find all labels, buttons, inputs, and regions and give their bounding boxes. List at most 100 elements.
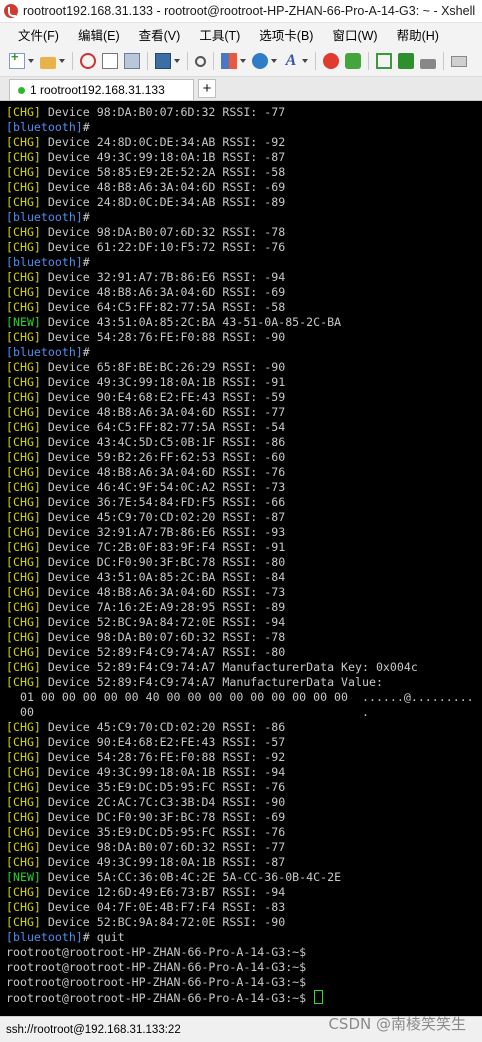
terminal-line: [CHG] Device 52:89:F4:C9:74:A7 RSSI: -80 (6, 645, 474, 660)
script-icon[interactable] (345, 53, 361, 69)
title-bar: rootroot192.168.31.133 - rootroot@rootro… (0, 0, 482, 23)
terminal-line-text: Device 49:3C:99:18:0A:1B RSSI: -87 (40, 855, 286, 869)
terminal-line-text: Device 49:3C:99:18:0A:1B RSSI: -87 (40, 150, 286, 164)
terminal-line-text: Device DC:F0:90:3F:BC:78 RSSI: -80 (40, 555, 286, 569)
prompt-tag: [bluetooth] (6, 345, 83, 359)
new-session-dropdown-icon[interactable] (28, 59, 34, 63)
toolbar-separator (187, 52, 188, 70)
terminal-line-text: Device 61:22:DF:10:F5:72 RSSI: -76 (40, 240, 286, 254)
terminal-line: rootroot@rootroot-HP-ZHAN-66-Pro-A-14-G3… (6, 960, 474, 975)
terminal-line-text: Device 48:B8:A6:3A:04:6D RSSI: -69 (40, 285, 286, 299)
terminal-line-text: # (82, 345, 90, 359)
terminal-line: 01 00 00 00 00 00 40 00 00 00 00 00 00 0… (6, 690, 474, 705)
terminal-line: [CHG] Device DC:F0:90:3F:BC:78 RSSI: -69 (6, 810, 474, 825)
terminal-line-text: Device 48:B8:A6:3A:04:6D RSSI: -73 (40, 585, 286, 599)
transfer-icon[interactable] (398, 53, 414, 69)
terminal-line-text: Device 48:B8:A6:3A:04:6D RSSI: -69 (40, 180, 286, 194)
open-folder-icon[interactable] (40, 56, 56, 69)
terminal-line: rootroot@rootroot-HP-ZHAN-66-Pro-A-14-G3… (6, 945, 474, 960)
terminal-line: [CHG] Device 52:BC:9A:84:72:0E RSSI: -90 (6, 915, 474, 930)
terminal-line-text: Device 43:4C:5D:C5:0B:1F RSSI: -86 (40, 435, 286, 449)
terminal-line: [CHG] Device 64:C5:FF:82:77:5A RSSI: -54 (6, 420, 474, 435)
terminal-line-text: Device 52:BC:9A:84:72:0E RSSI: -94 (40, 615, 286, 629)
terminal-line: [CHG] Device 24:8D:0C:DE:34:AB RSSI: -92 (6, 135, 474, 150)
menu-bar: 文件(F) 编辑(E) 查看(V) 工具(T) 选项卡(B) 窗口(W) 帮助(… (0, 23, 482, 46)
terminal-output[interactable]: [CHG] Device 98:DA:B0:07:6D:32 RSSI: -77… (0, 101, 482, 1016)
terminal-icon[interactable] (155, 53, 171, 69)
terminal-line: [NEW] Device 43:51:0A:85:2C:BA 43-51-0A-… (6, 315, 474, 330)
event-tag: [CHG] (6, 780, 41, 794)
xftp-icon[interactable] (323, 53, 339, 69)
paste-icon[interactable] (124, 53, 140, 69)
menu-file[interactable]: 文件(F) (0, 25, 69, 44)
event-tag: [CHG] (6, 300, 41, 314)
event-tag: [CHG] (6, 165, 41, 179)
copy-icon[interactable] (102, 53, 118, 69)
terminal-line: 00 . (6, 705, 474, 720)
font-icon[interactable]: A (283, 53, 299, 69)
globe-icon[interactable] (252, 53, 268, 69)
event-tag: [CHG] (6, 435, 41, 449)
menu-window[interactable]: 窗口(W) (323, 25, 387, 44)
tab-label: 1 rootroot192.168.31.133 (30, 83, 165, 97)
terminal-line: [CHG] Device 52:BC:9A:84:72:0E RSSI: -94 (6, 615, 474, 630)
event-tag: [CHG] (6, 180, 41, 194)
terminal-line-text: rootroot@rootroot-HP-ZHAN-66-Pro-A-14-G3… (6, 975, 307, 989)
menu-edit[interactable]: 编辑(E) (69, 25, 130, 44)
terminal-line-text: Device 45:C9:70:CD:02:20 RSSI: -87 (40, 510, 286, 524)
connected-status-icon (18, 86, 25, 94)
terminal-line: [CHG] Device 90:E4:68:E2:FE:43 RSSI: -59 (6, 390, 474, 405)
event-tag: [CHG] (6, 285, 41, 299)
terminal-line: [CHG] Device 45:C9:70:CD:02:20 RSSI: -87 (6, 510, 474, 525)
tab-session[interactable]: 1 rootroot192.168.31.133 (9, 79, 194, 100)
terminal-line-text: 00 . (6, 705, 369, 719)
terminal-line-text: Device 7A:16:2E:A9:28:95 RSSI: -89 (40, 600, 286, 614)
globe-dropdown-icon[interactable] (271, 59, 277, 63)
menu-help[interactable]: 帮助(H) (388, 25, 449, 44)
terminal-line: [CHG] Device 49:3C:99:18:0A:1B RSSI: -94 (6, 765, 474, 780)
event-tag: [CHG] (6, 900, 41, 914)
terminal-line-text: Device 45:C9:70:CD:02:20 RSSI: -86 (40, 720, 286, 734)
fullscreen-icon[interactable] (376, 53, 392, 69)
prompt-tag: [bluetooth] (6, 120, 83, 134)
terminal-line: [CHG] Device 43:4C:5D:C5:0B:1F RSSI: -86 (6, 435, 474, 450)
keyboard-icon[interactable] (451, 55, 467, 67)
terminal-dropdown-icon[interactable] (174, 59, 180, 63)
terminal-line-text: Device 54:28:76:FE:F0:88 RSSI: -92 (40, 750, 286, 764)
layout-icon[interactable] (221, 53, 237, 69)
terminal-line: [CHG] Device 32:91:A7:7B:86:E6 RSSI: -94 (6, 270, 474, 285)
menu-tabs[interactable]: 选项卡(B) (250, 25, 323, 44)
properties-icon[interactable] (80, 53, 96, 69)
terminal-line-text: Device 98:DA:B0:07:6D:32 RSSI: -78 (40, 225, 286, 239)
terminal-line: [CHG] Device 45:C9:70:CD:02:20 RSSI: -86 (6, 720, 474, 735)
font-dropdown-icon[interactable] (302, 59, 308, 63)
event-tag: [CHG] (6, 195, 41, 209)
lock-icon[interactable] (420, 59, 436, 69)
terminal-line-text: # (82, 120, 90, 134)
event-tag: [CHG] (6, 915, 41, 929)
search-icon[interactable] (195, 55, 206, 67)
add-tab-button[interactable]: + (198, 79, 216, 98)
prompt-tag: [bluetooth] (6, 255, 83, 269)
terminal-line-text: Device 24:8D:0C:DE:34:AB RSSI: -89 (40, 195, 286, 209)
new-session-icon[interactable] (9, 49, 25, 69)
menu-tools[interactable]: 工具(T) (190, 25, 250, 44)
event-tag: [CHG] (6, 225, 41, 239)
toolbar-separator (443, 52, 444, 70)
toolbar: A (0, 46, 482, 77)
watermark: CSDN @南棱笑笑生 (328, 1015, 466, 1033)
event-tag: [CHG] (6, 675, 41, 689)
toolbar-separator (368, 52, 369, 70)
terminal-line-text: Device 12:6D:49:E6:73:B7 RSSI: -94 (40, 885, 286, 899)
terminal-line-text: 01 00 00 00 00 00 40 00 00 00 00 00 00 0… (6, 690, 474, 704)
terminal-line-text: Device 46:4C:9F:54:0C:A2 RSSI: -73 (40, 480, 286, 494)
open-dropdown-icon[interactable] (59, 59, 65, 63)
terminal-line: [NEW] Device 5A:CC:36:0B:4C:2E 5A-CC-36-… (6, 870, 474, 885)
layout-dropdown-icon[interactable] (240, 59, 246, 63)
menu-view[interactable]: 查看(V) (130, 25, 191, 44)
event-tag: [NEW] (6, 870, 41, 884)
event-tag: [CHG] (6, 240, 41, 254)
toolbar-separator (72, 52, 73, 70)
terminal-line: [CHG] Device 48:B8:A6:3A:04:6D RSSI: -77 (6, 405, 474, 420)
event-tag: [CHG] (6, 135, 41, 149)
